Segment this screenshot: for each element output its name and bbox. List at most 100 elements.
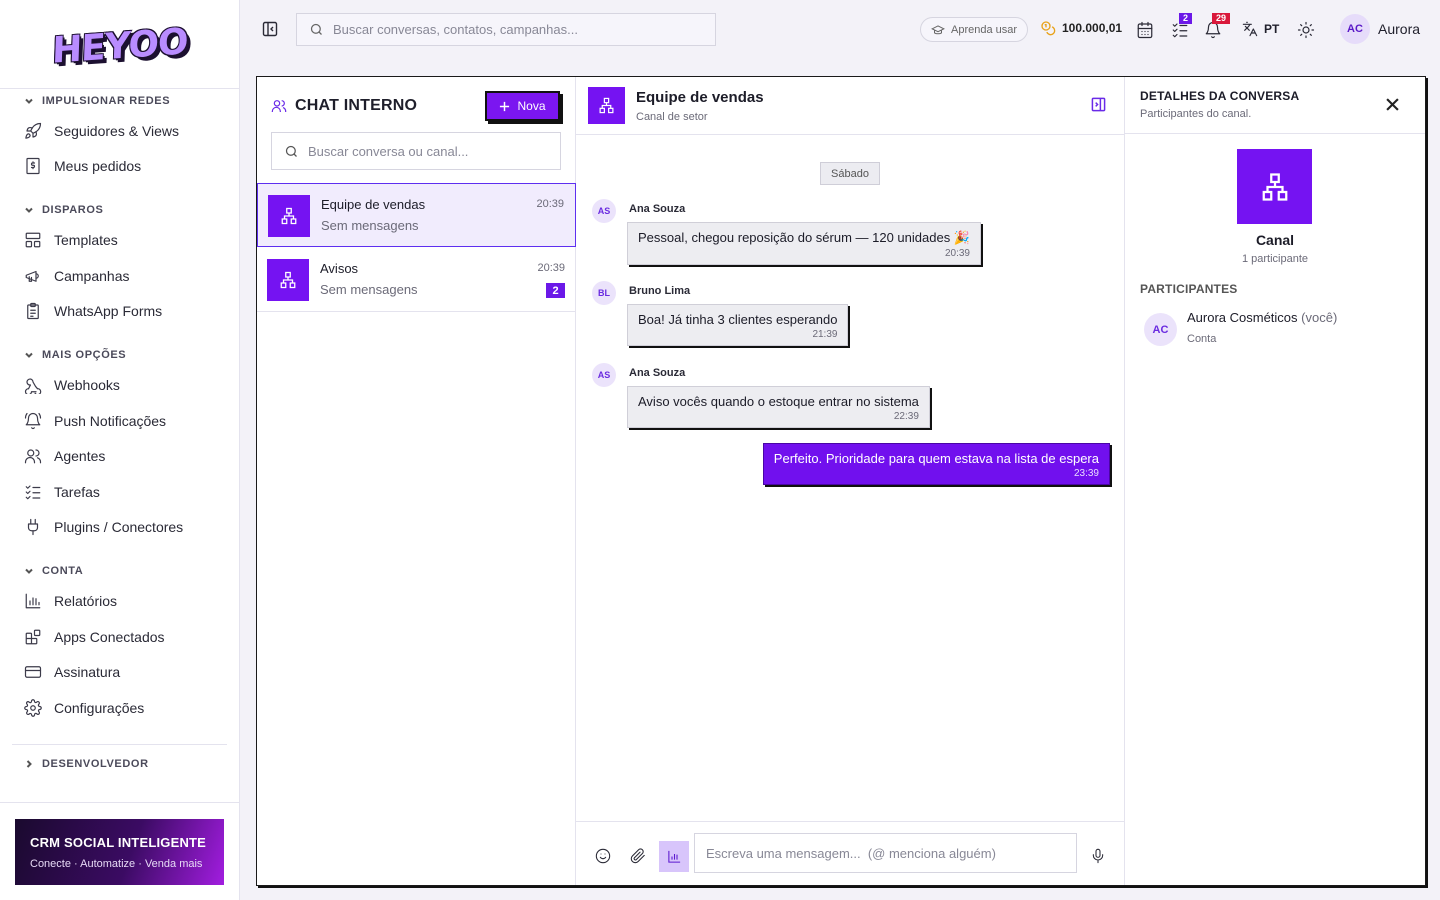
- bar-chart-icon: [25, 593, 41, 609]
- sidebar-item-seguidores-views[interactable]: Seguidores & Views: [24, 122, 179, 140]
- chat-search[interactable]: [271, 132, 561, 170]
- layout-icon: [25, 232, 41, 248]
- coin-balance[interactable]: 100.000,01: [1040, 20, 1122, 36]
- section-label: IMPULSIONAR REDES: [42, 95, 171, 107]
- message-bubble[interactable]: Aviso vocês quando o estoque entrar no s…: [627, 386, 930, 428]
- toggle-details-button[interactable]: [1091, 97, 1106, 112]
- own-message-bubble[interactable]: Perfeito. Prioridade para quem estava na…: [762, 443, 1110, 485]
- tasks-button[interactable]: 2: [1171, 13, 1193, 39]
- rocket-icon: [25, 122, 42, 139]
- voice-button[interactable]: [1090, 848, 1106, 864]
- mic-icon: [1092, 848, 1104, 864]
- chevron-down-icon: [25, 98, 33, 104]
- smile-icon: [595, 848, 611, 864]
- sun-icon: [1297, 21, 1315, 39]
- global-search-input[interactable]: [333, 22, 693, 37]
- sidebar-item-plugins-conectores[interactable]: Plugins / Conectores: [24, 518, 183, 536]
- sidebar-item-relatorios[interactable]: Relatórios: [24, 592, 117, 610]
- promo-area: CRM SOCIAL INTELIGENTE Conecte · Automat…: [0, 802, 239, 900]
- language-selector[interactable]: PT: [1242, 21, 1279, 37]
- coin-balance-value: 100.000,01: [1062, 21, 1123, 35]
- message-author: Bruno Lima: [629, 285, 691, 297]
- sidebar-item-label: Tarefas: [54, 484, 100, 500]
- attach-button[interactable]: [630, 848, 646, 864]
- plug-icon: [27, 518, 39, 536]
- message-input[interactable]: [706, 845, 1066, 861]
- sidebar-item-label: Agentes: [54, 448, 106, 464]
- sidebar-item-apps-conectados[interactable]: Apps Conectados: [24, 628, 165, 646]
- participant-name[interactable]: Aurora Cosméticos (você): [1187, 310, 1337, 325]
- avatar: AC: [1144, 313, 1177, 346]
- panel-left-close-icon: [262, 21, 278, 37]
- calendar-button[interactable]: [1136, 21, 1154, 39]
- sidebar-item-meus-pedidos[interactable]: Meus pedidos: [24, 157, 141, 175]
- coins-icon: [1041, 21, 1056, 36]
- conversation-item[interactable]: Avisos Sem mensagens 20:39 2: [257, 248, 576, 312]
- chevron-down-icon: [25, 568, 33, 574]
- poll-button[interactable]: [659, 841, 689, 872]
- emoji-button[interactable]: [595, 848, 611, 864]
- receipt-icon: [26, 157, 40, 175]
- message-bubble[interactable]: Boa! Já tinha 3 clientes esperando 21:39: [627, 304, 849, 346]
- new-chat-button[interactable]: Nova: [485, 91, 560, 121]
- notifications-button[interactable]: 29: [1204, 13, 1231, 39]
- avatar: BL: [592, 281, 616, 305]
- global-search[interactable]: [296, 13, 716, 46]
- sidebar-item-configuracoes[interactable]: Configurações: [24, 699, 144, 717]
- promo-title: CRM SOCIAL INTELIGENTE: [30, 835, 207, 850]
- message-time: 23:39: [1073, 468, 1099, 479]
- sidebar-item-assinatura[interactable]: Assinatura: [24, 663, 120, 681]
- bell-ring-icon: [24, 412, 42, 430]
- sidebar-toggle-button[interactable]: [262, 21, 278, 37]
- sidebar-item-label: Configurações: [54, 700, 145, 716]
- list-checks-icon: [25, 485, 41, 500]
- sidebar-item-templates[interactable]: Templates: [24, 231, 118, 249]
- search-icon: [285, 145, 297, 157]
- chat-list-title: CHAT INTERNO: [295, 97, 418, 114]
- chat-workspace: CHAT INTERNO Nova Equipe de vendas Sem m…: [256, 76, 1426, 886]
- message-input-box[interactable]: [694, 833, 1077, 873]
- credit-card-icon: [24, 666, 42, 678]
- chat-search-input[interactable]: [308, 143, 548, 159]
- sidebar-item-tarefas[interactable]: Tarefas: [24, 483, 100, 501]
- sidebar-divider: [12, 744, 227, 745]
- plus-icon: [500, 101, 510, 111]
- chat-subtitle: Canal de setor: [636, 111, 708, 123]
- message-bubble[interactable]: Pessoal, chegou reposição do sérum — 120…: [627, 222, 981, 265]
- users-icon: [24, 449, 42, 464]
- user-menu[interactable]: AC Aurora: [1340, 14, 1420, 44]
- sidebar-item-label: Relatórios: [54, 593, 118, 609]
- theme-toggle-button[interactable]: [1297, 21, 1315, 39]
- section-mais-opcoes[interactable]: MAIS OPÇÕES: [24, 349, 126, 361]
- learn-button[interactable]: Aprenda usar: [920, 17, 1029, 42]
- promo-card[interactable]: CRM SOCIAL INTELIGENTE Conecte · Automat…: [15, 819, 224, 885]
- section-impulsionar-redes[interactable]: IMPULSIONAR REDES: [24, 95, 170, 107]
- section-label: DESENVOLVEDOR: [42, 758, 149, 770]
- details-divider: [1125, 133, 1425, 134]
- conversation-item[interactable]: Equipe de vendas Sem mensagens 20:39: [257, 183, 576, 247]
- sidebar-item-label: Seguidores & Views: [54, 123, 180, 139]
- chevron-down-icon: [25, 352, 33, 358]
- sidebar-item-agentes[interactable]: Agentes: [24, 447, 105, 465]
- conversation-preview: Sem mensagens: [320, 282, 418, 297]
- details-title: DETALHES DA CONVERSA: [1140, 89, 1300, 103]
- webhook-icon: [24, 378, 42, 394]
- sidebar-item-whatsapp-forms[interactable]: WhatsApp Forms: [24, 302, 162, 320]
- logo[interactable]: HEYOO: [51, 17, 188, 72]
- sidebar-item-label: Meus pedidos: [54, 158, 142, 174]
- channel-avatar: [588, 87, 625, 124]
- sidebar-item-push-notificacoes[interactable]: Push Notificações: [24, 412, 166, 430]
- notifications-badge: 29: [1212, 13, 1231, 24]
- section-desenvolvedor[interactable]: DESENVOLVEDOR: [24, 758, 149, 770]
- megaphone-icon: [25, 270, 39, 282]
- section-disparos[interactable]: DISPAROS: [24, 204, 103, 216]
- clipboard-icon: [27, 302, 39, 320]
- avatar: AS: [592, 363, 616, 387]
- org-chart-icon: [599, 97, 614, 114]
- sidebar-item-campanhas[interactable]: Campanhas: [24, 267, 130, 285]
- sidebar-item-webhooks[interactable]: Webhooks: [24, 376, 120, 394]
- section-conta[interactable]: CONTA: [24, 565, 83, 577]
- topbar: Aprenda usar 100.000,01 2 29 PT AC Auror…: [240, 0, 1440, 60]
- chevron-down-icon: [25, 207, 33, 213]
- close-details-button[interactable]: [1386, 98, 1399, 111]
